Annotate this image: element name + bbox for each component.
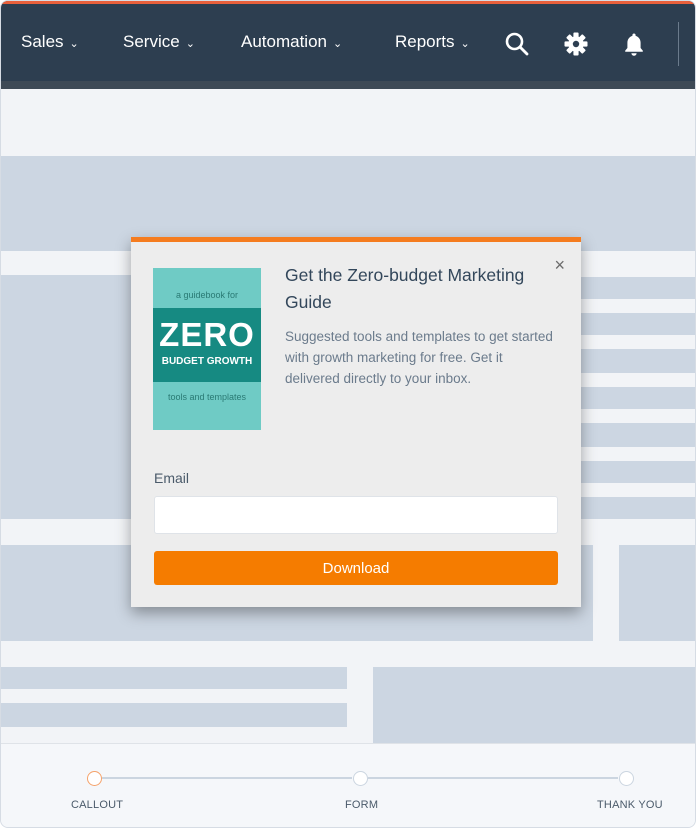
progress-stepper bbox=[1, 743, 695, 827]
step-label-thank-you: THANK YOU bbox=[597, 799, 663, 811]
wireframe-right-line-5 bbox=[581, 423, 695, 447]
nav-item-label: Reports bbox=[395, 32, 455, 51]
wireframe-right-line-2 bbox=[581, 313, 695, 335]
wireframe-right-line-7 bbox=[581, 497, 695, 519]
book-title-text: ZERO bbox=[159, 316, 255, 353]
nav-shadow bbox=[1, 81, 695, 89]
wireframe-right-line-1 bbox=[581, 277, 695, 299]
stepper-connector bbox=[368, 777, 618, 779]
step-dot-callout[interactable] bbox=[87, 771, 102, 786]
wireframe-right-line-3 bbox=[581, 349, 695, 373]
step-dot-thank-you[interactable] bbox=[619, 771, 634, 786]
stepper-connector bbox=[102, 777, 352, 779]
modal-title: Get the Zero-budget Marketing Guide bbox=[285, 265, 525, 312]
wireframe-small-block bbox=[619, 545, 695, 641]
step-label-form: FORM bbox=[345, 799, 379, 811]
book-top-text: a guidebook for bbox=[175, 290, 239, 300]
wireframe-left-column bbox=[1, 275, 131, 519]
email-label: Email bbox=[154, 470, 190, 486]
search-icon[interactable] bbox=[504, 31, 530, 57]
download-button[interactable]: Download bbox=[154, 551, 558, 585]
modal-description: Suggested tools and templates to get sta… bbox=[285, 329, 553, 386]
lead-capture-modal: × a guidebook for ZERO BUDGET GROWTH too… bbox=[131, 237, 581, 607]
nav-item-label: Automation bbox=[241, 32, 327, 51]
close-icon[interactable]: × bbox=[554, 256, 565, 274]
app-frame: Sales ⌄ Service ⌄ Automation ⌄ Reports ⌄ bbox=[0, 0, 696, 828]
chevron-down-icon: ⌄ bbox=[185, 37, 195, 50]
wireframe-bottom-block bbox=[373, 667, 695, 743]
top-navigation-bar: Sales ⌄ Service ⌄ Automation ⌄ Reports ⌄ bbox=[1, 1, 695, 89]
book-subtitle-text: BUDGET GROWTH bbox=[161, 356, 253, 367]
wireframe-right-line-4 bbox=[581, 387, 695, 409]
bell-icon[interactable] bbox=[621, 31, 647, 57]
wireframe-bottom-line-2 bbox=[1, 703, 347, 727]
book-bottom-text: tools and templates bbox=[167, 392, 247, 402]
nav-item-sales[interactable]: Sales ⌄ bbox=[21, 32, 79, 52]
wireframe-bottom-line-1 bbox=[1, 667, 347, 689]
gear-icon[interactable] bbox=[563, 31, 589, 57]
chevron-down-icon: ⌄ bbox=[333, 37, 343, 50]
step-label-callout: CALLOUT bbox=[71, 799, 124, 811]
chevron-down-icon: ⌄ bbox=[460, 37, 470, 50]
chevron-down-icon: ⌄ bbox=[69, 37, 79, 50]
wireframe-right-line-6 bbox=[581, 461, 695, 483]
nav-item-label: Service bbox=[123, 32, 180, 51]
email-field[interactable] bbox=[154, 496, 558, 534]
nav-item-automation[interactable]: Automation ⌄ bbox=[241, 32, 342, 52]
guidebook-cover-image: a guidebook for ZERO BUDGET GROWTH tools… bbox=[153, 268, 261, 430]
step-dot-form[interactable] bbox=[353, 771, 368, 786]
nav-divider bbox=[678, 22, 679, 66]
nav-item-label: Sales bbox=[21, 32, 64, 51]
nav-item-reports[interactable]: Reports ⌄ bbox=[395, 32, 470, 52]
nav-item-service[interactable]: Service ⌄ bbox=[123, 32, 195, 52]
